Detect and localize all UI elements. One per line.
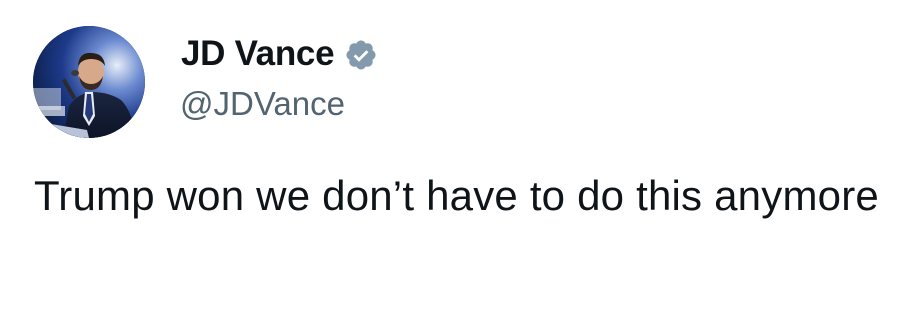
author-name-row: JD Vance: [181, 32, 378, 76]
author-display-name[interactable]: JD Vance: [181, 32, 335, 76]
tweet-text: Trump won we don’t have to do this anymo…: [34, 172, 879, 219]
author-handle[interactable]: @JDVance: [180, 84, 345, 124]
avatar[interactable]: [33, 26, 145, 138]
tweet-card: JD Vance @JDVance Trump won we don’t hav…: [0, 0, 902, 311]
avatar-image: [33, 26, 145, 138]
verified-badge-icon[interactable]: [344, 38, 378, 72]
